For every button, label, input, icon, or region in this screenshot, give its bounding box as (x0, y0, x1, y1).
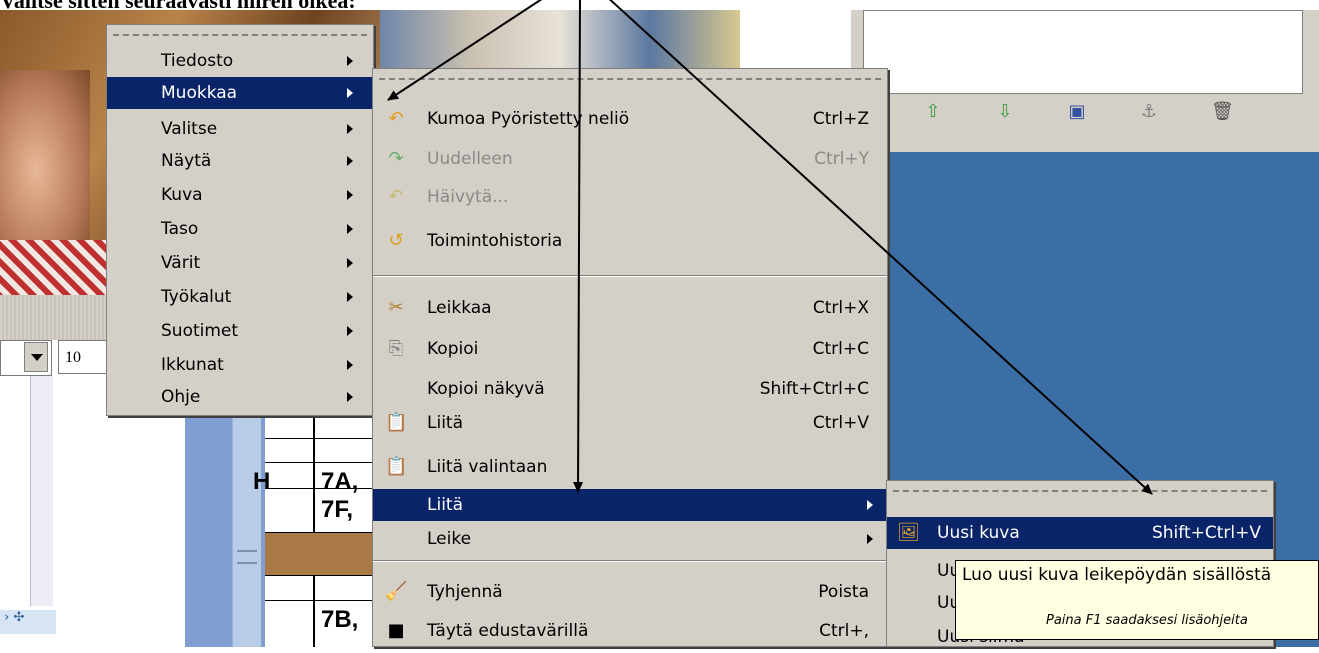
menu-item-copy[interactable]: ⎘ Kopioi Ctrl+C (373, 333, 887, 365)
zoom-field[interactable]: 10 (58, 340, 108, 374)
submenu-arrow-icon (867, 534, 873, 544)
fill-fg-icon: ■ (387, 620, 405, 641)
tooltip-hint: Paina F1 saadaksesi lisäohjeita (1046, 613, 1248, 628)
tearoff-line[interactable] (893, 490, 1267, 492)
context-menu: Tiedosto Muokkaa Valitse Näytä Kuva Taso… (106, 24, 374, 416)
tooltip-text: Luo uusi kuva leikepöydän sisällöstä (962, 565, 1272, 585)
dropdown-button[interactable] (24, 342, 48, 372)
menu-item-history[interactable]: ↺ Toimintohistoria (373, 225, 887, 257)
paste-into-icon: 📋 (385, 456, 408, 477)
menu-item-tyokalut[interactable]: Työkalut (107, 281, 373, 313)
document-pane (0, 376, 110, 647)
redo-icon: ↷ (388, 148, 404, 169)
tearoff-line[interactable] (379, 78, 881, 80)
submenu-arrow-icon (347, 156, 353, 166)
history-icon: ↺ (388, 230, 404, 251)
menu-item-valitse[interactable]: Valitse (107, 113, 373, 145)
lower-layer-icon[interactable]: ⇩ (995, 102, 1015, 122)
submenu-arrow-icon (347, 392, 353, 402)
submenu-arrow-icon (347, 326, 353, 336)
vertical-scrollbar-mid[interactable] (232, 400, 261, 647)
table-cell: 7F, (321, 496, 354, 523)
submenu-arrow-icon (347, 292, 353, 302)
table-cell: 7B, (321, 606, 359, 633)
menu-item-cut[interactable]: ✂ Leikkaa Ctrl+X (373, 292, 887, 324)
cut-icon: ✂ (388, 297, 404, 318)
submenu-arrow-icon (347, 258, 353, 268)
menu-item-paste-as[interactable]: Liitä (373, 489, 887, 521)
menu-item-fade[interactable]: ↶ Häivytä... (373, 181, 887, 213)
menu-item-nayta[interactable]: Näytä (107, 145, 373, 177)
edit-submenu: ↶ Kumoa Pyöristetty neliö Ctrl+Z ↷ Uudellee… (372, 68, 888, 647)
menu-item-muokkaa[interactable]: Muokkaa (107, 77, 373, 109)
menu-item-buffer[interactable]: Leike (373, 523, 887, 555)
menu-item-redo[interactable]: ↷ Uudelleen Ctrl+Y (373, 143, 887, 175)
table-cell: H (253, 468, 271, 495)
vertical-scrollbar[interactable] (30, 376, 53, 606)
submenu-arrow-icon (347, 88, 353, 98)
status-area (0, 295, 110, 340)
navigate-icon[interactable]: › ✣ (0, 610, 56, 634)
submenu-arrow-icon (867, 500, 873, 510)
menu-item-varit[interactable]: Värit (107, 247, 373, 279)
tooltip: Luo uusi kuva leikepöydän sisällöstä Pai… (955, 560, 1319, 640)
layers-panel: ▯ ⇧ ⇩ ▣ ⚓ 🗑 (845, 10, 1319, 152)
menu-item-paste-into[interactable]: 📋 Liitä valintaan (373, 451, 887, 483)
duplicate-layer-icon[interactable]: ▣ (1067, 102, 1087, 122)
raise-layer-icon[interactable]: ⇧ (923, 102, 943, 122)
menu-item-copy-visible[interactable]: Kopioi näkyvä Shift+Ctrl+C (373, 373, 887, 405)
menu-item-suotimet[interactable]: Suotimet (107, 315, 373, 347)
paste-icon: 📋 (385, 412, 408, 433)
submenu-arrow-icon (347, 360, 353, 370)
chevron-down-icon (31, 354, 43, 361)
trash-icon[interactable]: 🗑 (1211, 102, 1234, 122)
fade-icon: ↶ (388, 186, 404, 207)
submenu-arrow-icon (347, 56, 353, 66)
menu-item-new-image[interactable]: 🖼 Uusi kuva Shift+Ctrl+V (887, 517, 1273, 549)
document-table: H 7A, 7F, 7B, (253, 400, 385, 647)
table-cell: 7A, (321, 468, 359, 495)
menu-item-paste[interactable]: 📋 Liitä Ctrl+V (373, 407, 887, 439)
menu-item-kuva[interactable]: Kuva (107, 179, 373, 211)
submenu-arrow-icon (347, 124, 353, 134)
submenu-arrow-icon (347, 190, 353, 200)
undo-icon: ↶ (388, 108, 404, 129)
menu-item-undo[interactable]: ↶ Kumoa Pyöristetty neliö Ctrl+Z (373, 103, 887, 135)
clear-icon: 🧹 (385, 581, 408, 602)
menu-item-tiedosto[interactable]: Tiedosto (107, 45, 373, 77)
menu-separator (373, 275, 887, 277)
menu-item-ikkunat[interactable]: Ikkunat (107, 349, 373, 381)
menu-item-taso[interactable]: Taso (107, 213, 373, 245)
menu-item-ohje[interactable]: Ohje (107, 381, 373, 413)
anchor-icon[interactable]: ⚓ (1139, 102, 1159, 122)
copy-icon: ⎘ (388, 338, 404, 359)
new-image-icon: 🖼 (897, 522, 920, 543)
menu-item-fill-fg[interactable]: ■ Täytä edustavärillä Ctrl+, (373, 615, 887, 647)
submenu-arrow-icon (347, 224, 353, 234)
menu-separator (373, 560, 887, 562)
tearoff-line[interactable] (113, 34, 367, 36)
menu-item-clear[interactable]: 🧹 Tyhjennä Poista (373, 576, 887, 608)
